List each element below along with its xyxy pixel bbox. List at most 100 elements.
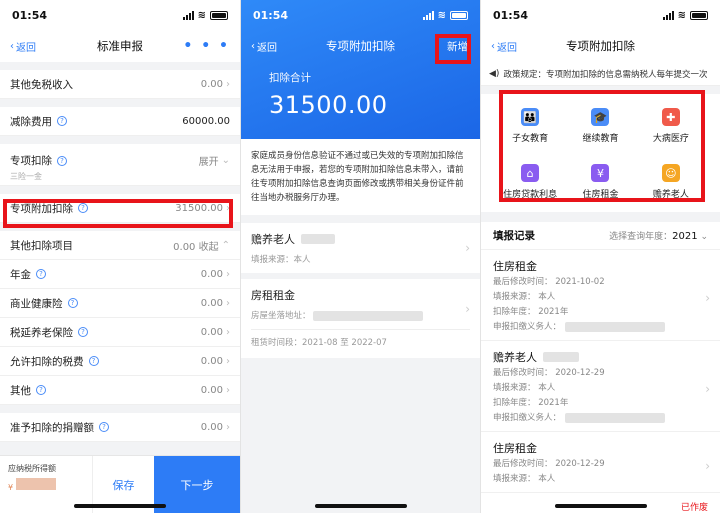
row-annuity[interactable]: 年金? 0.00 › xyxy=(0,260,240,289)
help-icon[interactable]: ? xyxy=(88,356,99,366)
row-value: 0.00 xyxy=(200,78,223,90)
nav-bar: ‹ 返回 标准申报 • • • xyxy=(0,30,240,62)
speaker-icon: ◀) xyxy=(489,68,500,79)
card-title: 房租租金 xyxy=(251,289,295,302)
row-other[interactable]: 其他? 0.00 › xyxy=(0,376,240,405)
row-value: 0.00 xyxy=(200,384,223,396)
chevron-down-icon: ⌄ xyxy=(221,155,230,166)
chevron-left-icon: ‹ xyxy=(10,40,14,52)
chevron-left-icon: ‹ xyxy=(491,40,495,52)
year-selector[interactable]: 选择查询年度：2021 ⌄ xyxy=(609,229,708,242)
row-value: 0.00 xyxy=(200,297,223,309)
redacted-withholder xyxy=(565,412,666,423)
next-step-button[interactable]: 下一步 xyxy=(154,456,240,513)
deduction-card-elderly[interactable]: 赡养老人 填报来源：本人 › xyxy=(241,223,480,273)
row-donation[interactable]: 准予扣除的捐赠额? 0.00 › xyxy=(0,413,240,442)
record-field-text: 申报扣缴义务人： xyxy=(493,322,562,332)
row-allowed-taxes[interactable]: 允许扣除的税费? 0.00 › xyxy=(0,347,240,376)
status-icons: ≋ xyxy=(662,10,708,21)
divider xyxy=(251,329,470,330)
total-deduction: 扣除合计 31500.00 xyxy=(241,62,480,139)
help-icon[interactable]: ? xyxy=(36,385,46,395)
help-icon[interactable]: ? xyxy=(99,422,109,432)
status-bar: 01:54 ≋ xyxy=(0,0,240,30)
expand-toggle[interactable]: 展开 xyxy=(199,153,219,168)
record-field-text: 扣除年度： 2021年 xyxy=(493,398,569,408)
chevron-right-icon: › xyxy=(226,78,230,90)
signal-icon xyxy=(422,10,434,20)
record-item[interactable]: 住房租金 最后修改时间： 2021-10-02 填报来源： 本人 扣除年度： 2021… xyxy=(481,250,720,341)
deduction-card-rent[interactable]: 房租租金 房屋坐落地址： 租赁时间段：2021-08 至 2022-07 › xyxy=(241,279,480,358)
help-icon[interactable]: ? xyxy=(78,327,88,337)
battery-icon xyxy=(210,10,228,20)
record-item[interactable]: 住房租金 最后修改时间： 2020-12-29 填报来源： 本人 › xyxy=(481,432,720,493)
taxable-income-label: 应纳税所得额 xyxy=(8,464,56,473)
home-indicator[interactable] xyxy=(554,504,647,508)
record-field: 最后修改时间： 2020-12-29 xyxy=(493,458,708,471)
highlight-box xyxy=(499,90,705,202)
policy-text: 政策规定：专项附加扣除的信息需纳税人每年提交一次 xyxy=(503,69,708,80)
back-button[interactable]: ‹ 返回 xyxy=(10,39,36,54)
row-label: 减除费用 xyxy=(10,115,52,128)
record-field: 最后修改时间： 2021-10-02 xyxy=(493,276,708,289)
redacted-amount xyxy=(15,478,56,490)
redacted-withholder xyxy=(565,321,666,332)
panel-special-deduction-categories: 01:54 ≋ ‹ 返回 专项附加扣除 ◀) 政策规定：专项附加扣除的信息需纳税人… xyxy=(480,0,720,513)
back-button[interactable]: ‹ 返回 xyxy=(491,39,517,54)
add-button[interactable]: 新增 xyxy=(445,36,470,57)
signal-icon xyxy=(182,10,194,20)
row-pension-insurance[interactable]: 税延养老保险? 0.00 › xyxy=(0,318,240,347)
help-icon[interactable]: ? xyxy=(57,155,67,166)
signal-icon xyxy=(662,10,674,20)
collapse-toggle[interactable]: 0.00 收起 xyxy=(173,238,218,253)
home-indicator[interactable] xyxy=(314,504,407,508)
deduction-list: 减除费用? 60000.00 xyxy=(0,107,240,136)
highlight-box xyxy=(3,199,233,228)
chevron-right-icon: › xyxy=(226,421,230,433)
total-label: 扣除合计 xyxy=(269,72,311,84)
help-icon[interactable]: ? xyxy=(57,116,67,126)
chevron-down-icon: ⌄ xyxy=(700,232,708,242)
wifi-icon: ≋ xyxy=(437,9,446,21)
year-value: 2021 xyxy=(672,231,698,242)
row-label: 其他 xyxy=(10,384,31,397)
more-icon[interactable]: • • • xyxy=(183,38,230,54)
row-sublabel: 三险一金 xyxy=(10,172,42,181)
policy-banner: ◀) 政策规定：专项附加扣除的信息需纳税人每年提交一次 xyxy=(481,62,720,86)
panel-special-deduction-summary: 01:54 ≋ ‹ 返回 专项附加扣除 新增 扣除合计 31500.00 家庭成员… xyxy=(240,0,480,513)
row-label: 其他扣除项目 xyxy=(10,239,73,252)
row-value: 0.00 xyxy=(200,268,223,280)
records-list: 住房租金最后修改时间： 2021-10-02 填报来源： 本人 扣除年度： 2021… xyxy=(481,250,720,493)
row-other-deductions-header[interactable]: 其他扣除项目 0.00 收起 ⌃ xyxy=(0,231,240,260)
card-address: 房屋坐落地址： xyxy=(251,309,470,321)
spacer xyxy=(0,62,240,70)
record-field: 扣除年度： 2021年 xyxy=(493,397,708,410)
row-other-tax-free[interactable]: 其他免税收入 0.00 › xyxy=(0,70,240,99)
row-value: 0.00 xyxy=(200,421,223,433)
record-field: 扣除年度： 2021年 xyxy=(493,306,708,319)
row-special-deduction[interactable]: 专项扣除? 三险一金 展开 ⌄ xyxy=(0,144,240,186)
record-title: 住房租金 xyxy=(493,260,537,273)
notice-text: 家庭成员身份信息验证不通过或已失效的专项附加扣除信息无法用于申报，若您的专项附加… xyxy=(241,139,480,215)
help-icon[interactable]: ? xyxy=(67,298,78,308)
record-field: 申报扣缴义务人： xyxy=(493,412,708,425)
back-button[interactable]: ‹ 返回 xyxy=(251,39,277,54)
record-item[interactable]: 赡养老人 最后修改时间： 2020-12-29 填报来源： 本人 扣除年度： 2021… xyxy=(481,341,720,432)
home-indicator[interactable] xyxy=(74,504,166,508)
chevron-right-icon: › xyxy=(226,297,230,309)
help-icon[interactable]: ? xyxy=(36,269,46,279)
record-field: 申报扣缴义务人： xyxy=(493,321,708,334)
row-health-insurance[interactable]: 商业健康险? 0.00 › xyxy=(0,289,240,318)
spacer xyxy=(0,136,240,144)
record-field-text: 填报来源： 本人 xyxy=(493,474,556,484)
back-label: 返回 xyxy=(497,42,517,54)
battery-icon xyxy=(690,10,708,20)
redacted-address xyxy=(313,310,424,321)
card-address-label: 房屋坐落地址： xyxy=(251,311,311,321)
row-label: 专项扣除 xyxy=(10,155,52,167)
records-title: 填报记录 xyxy=(493,230,535,242)
record-field-text: 最后修改时间： 2020-12-29 xyxy=(493,459,605,469)
record-field-text: 最后修改时间： 2021-10-02 xyxy=(493,277,605,287)
row-label: 年金 xyxy=(10,268,31,281)
chevron-right-icon: › xyxy=(705,459,710,473)
